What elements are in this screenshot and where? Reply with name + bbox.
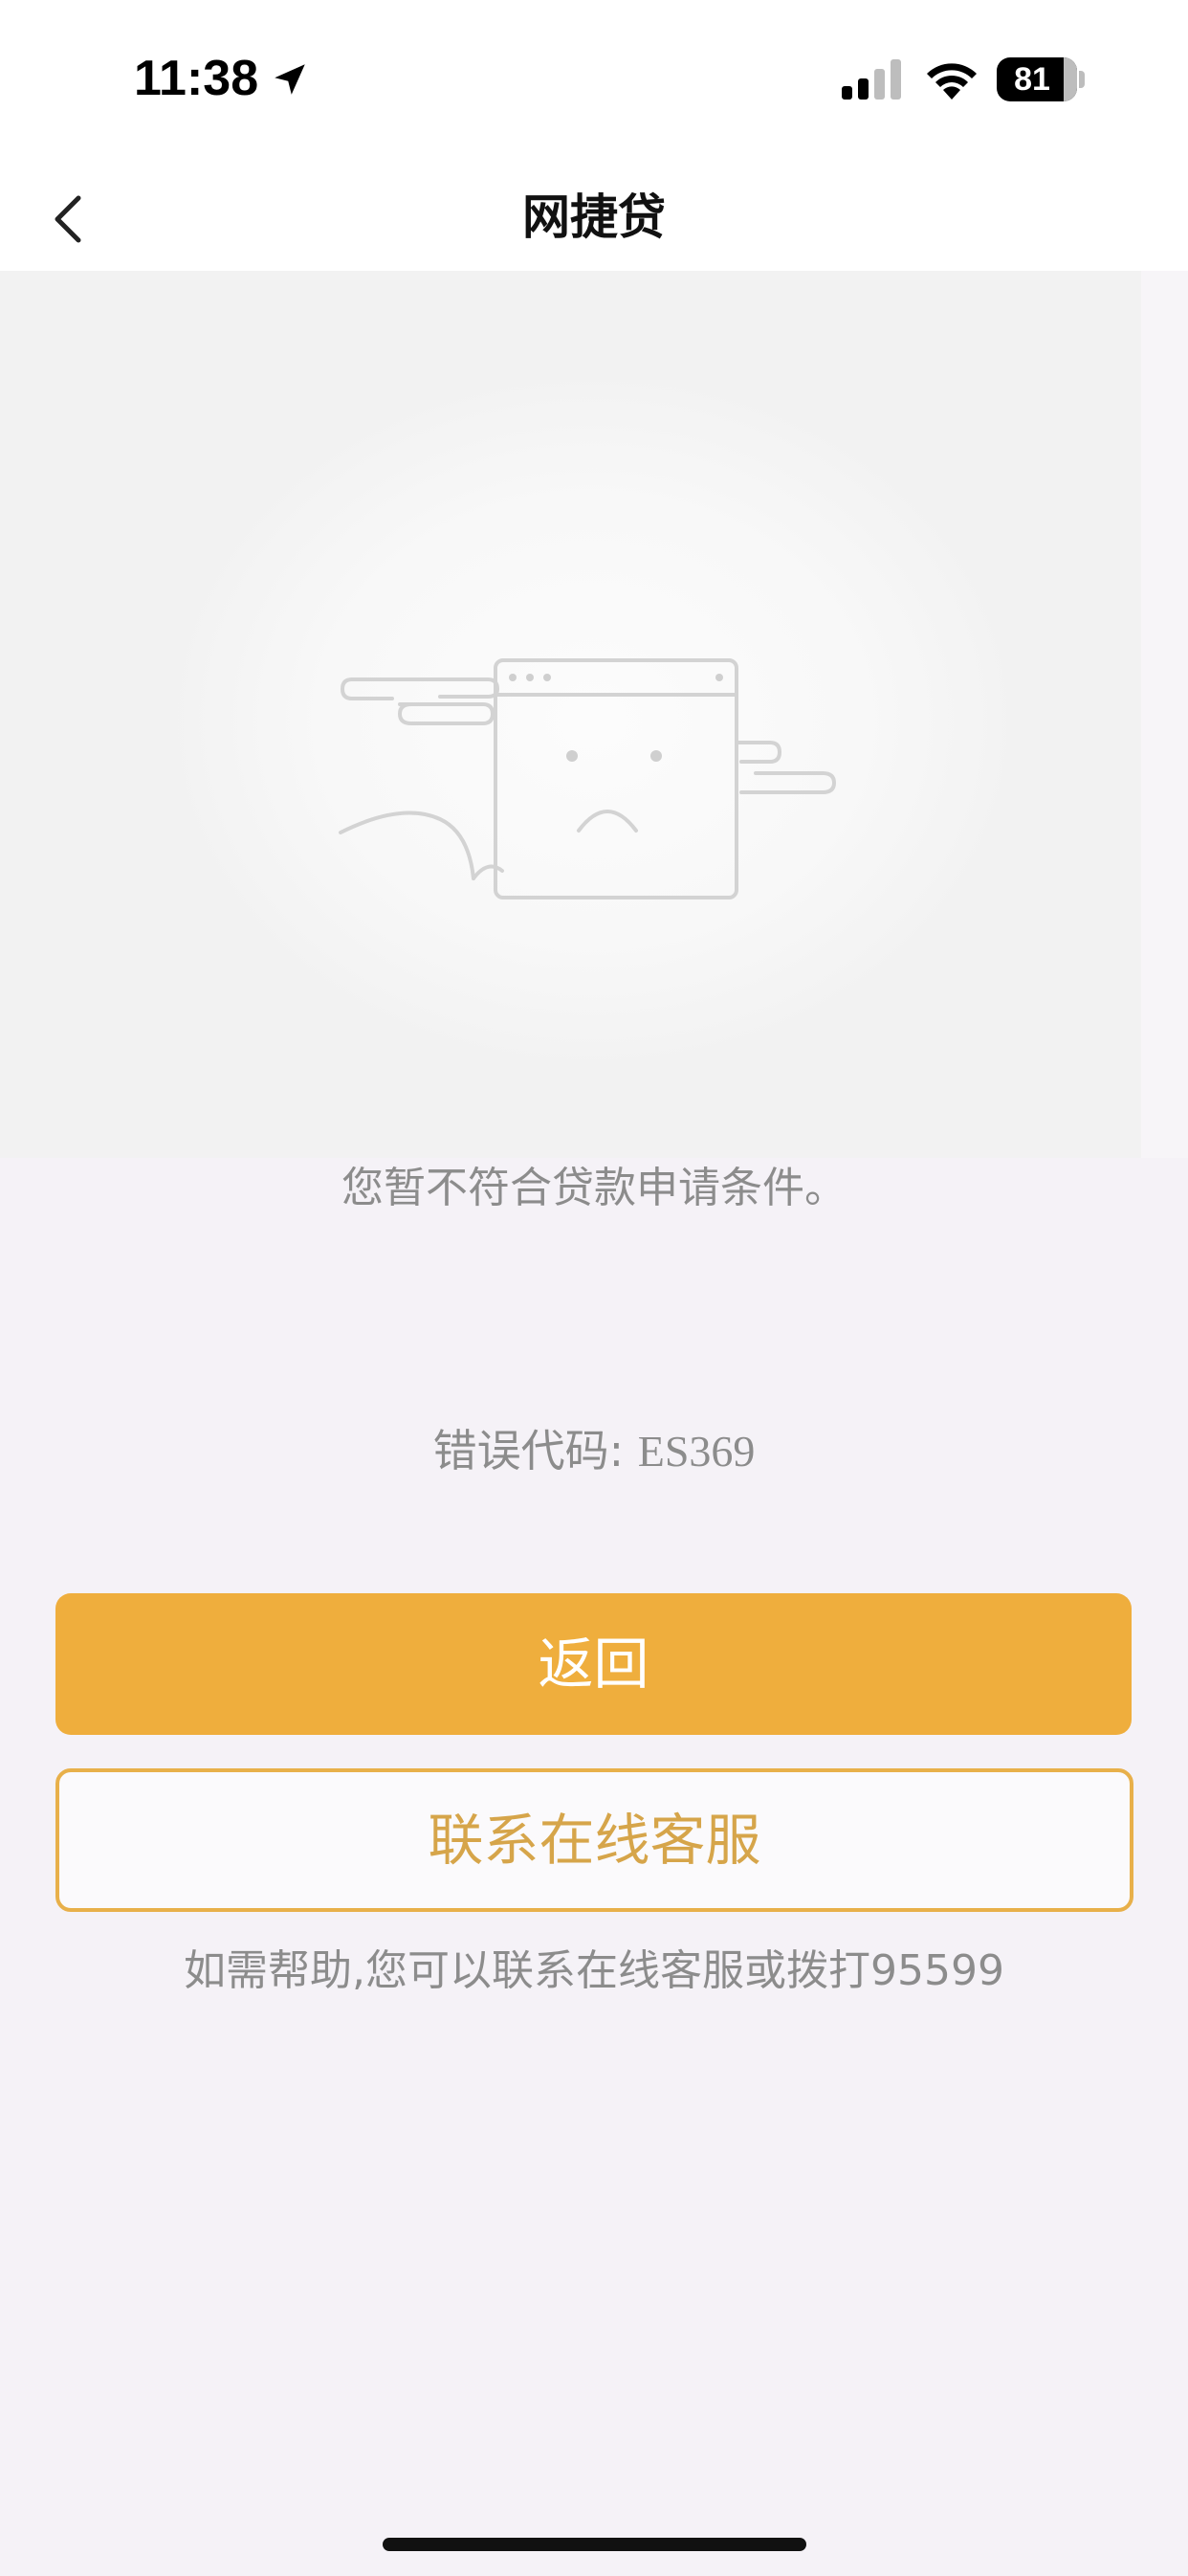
right-edge-panel: [1141, 271, 1188, 1158]
sad-browser-window-icon: [339, 658, 836, 899]
contact-support-button[interactable]: 联系在线客服: [55, 1768, 1133, 1912]
hero-illustration-area: [0, 271, 1141, 1158]
ineligible-message: 您暂不符合贷款申请条件。: [341, 1164, 847, 1212]
status-time: 11:38: [134, 51, 259, 106]
home-indicator[interactable]: [383, 2538, 806, 2551]
battery-icon: 81: [997, 57, 1085, 101]
help-text: 如需帮助,您可以联系在线客服或拨打95599: [184, 1946, 1004, 1995]
error-code-line: 错误代码: ES369: [0, 1416, 1188, 1479]
location-arrow-icon: [275, 64, 305, 95]
battery-level: 81: [1014, 61, 1050, 98]
error-code-label: 错误代码:: [432, 1425, 638, 1477]
nav-bar: 网捷贷: [0, 158, 1188, 271]
signal-icon: [842, 59, 901, 100]
return-button[interactable]: 返回: [55, 1593, 1132, 1735]
wifi-icon: [927, 63, 977, 100]
page-title: 网捷贷: [522, 189, 666, 245]
error-code-value: ES369: [637, 1427, 756, 1476]
status-bar: 11:38 81: [0, 0, 1188, 158]
